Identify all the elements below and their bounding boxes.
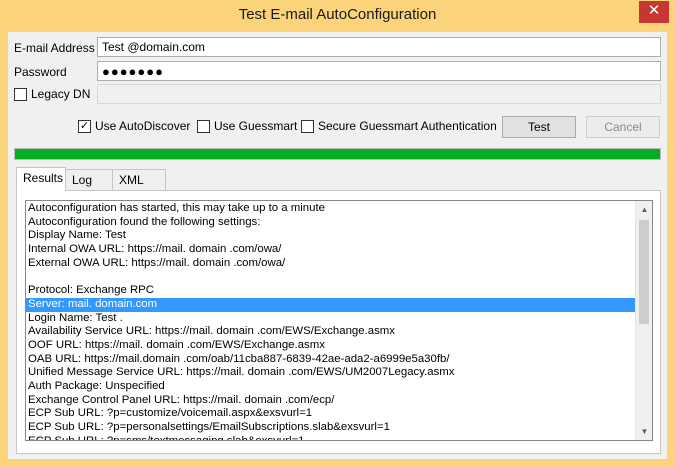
list-item-selected[interactable]: Server: mail. domain.com — [26, 297, 636, 312]
tab-results[interactable]: Results — [16, 167, 66, 191]
use-guessmart-checkbox[interactable]: Use Guessmart — [197, 119, 297, 133]
progress-bar-fill — [15, 149, 660, 159]
results-scrollbar[interactable]: ▲ ▼ — [635, 201, 652, 440]
list-item[interactable]: OOF URL: https://mail. domain .com/EWS/E… — [26, 339, 636, 353]
title-bar[interactable]: Test E-mail AutoConfiguration ✕ — [0, 0, 675, 32]
list-item[interactable]: Autoconfiguration has started, this may … — [26, 202, 636, 216]
use-guessmart-checkbox-box[interactable] — [197, 119, 210, 133]
list-item[interactable]: Display Name: Test — [26, 229, 636, 243]
progress-bar — [14, 148, 661, 160]
list-item[interactable]: ECP Sub URL: ?p=sms/textmessaging.slab&e… — [26, 435, 636, 440]
dialog-window: Test E-mail AutoConfiguration ✕ E-mail A… — [0, 0, 675, 467]
close-icon: ✕ — [647, 2, 661, 19]
use-autodiscover-label: Use AutoDiscover — [95, 119, 191, 133]
scroll-down-arrow-icon[interactable]: ▼ — [636, 423, 652, 440]
secure-guessmart-checkbox[interactable]: Secure Guessmart Authentication — [301, 119, 497, 133]
close-button[interactable]: ✕ — [639, 1, 669, 23]
use-guessmart-label: Use Guessmart — [214, 119, 298, 133]
results-panel: Autoconfiguration has started, this may … — [16, 190, 661, 454]
check-icon[interactable]: ✓ — [78, 119, 91, 133]
secure-guessmart-checkbox-box[interactable] — [301, 119, 314, 133]
email-address-input[interactable]: Test @domain.com — [97, 37, 661, 57]
scrollbar-thumb[interactable] — [639, 220, 649, 324]
list-item[interactable]: Auth Package: Unspecified — [26, 380, 636, 394]
results-listbox[interactable]: Autoconfiguration has started, this may … — [25, 200, 653, 441]
password-label: Password — [14, 65, 67, 79]
tab-xml[interactable]: XML — [112, 169, 166, 190]
list-item[interactable]: Internal OWA URL: https://mail. domain .… — [26, 243, 636, 257]
secure-guessmart-label: Secure Guessmart Authentication — [318, 119, 497, 133]
list-item[interactable]: Exchange Control Panel URL: https://mail… — [26, 394, 636, 408]
list-item[interactable]: Protocol: Exchange RPC — [26, 284, 636, 298]
results-lines: Autoconfiguration has started, this may … — [26, 202, 636, 440]
password-input[interactable]: ●●●●●●● — [97, 61, 661, 81]
list-item[interactable]: Autoconfiguration found the following se… — [26, 216, 636, 230]
legacy-dn-label: Legacy DN — [31, 87, 91, 101]
list-item[interactable] — [26, 270, 636, 284]
list-item[interactable]: ECP Sub URL: ?p=customize/voicemail.aspx… — [26, 407, 636, 421]
list-item[interactable]: OAB URL: https://mail.domain .com/oab/11… — [26, 353, 636, 367]
window-title: Test E-mail AutoConfiguration — [238, 6, 437, 23]
list-item[interactable]: External OWA URL: https://mail. domain .… — [26, 257, 636, 271]
list-item[interactable]: Login Name: Test . — [26, 312, 636, 326]
tab-log[interactable]: Log — [65, 169, 113, 190]
list-item[interactable]: Unified Message Service URL: https://mai… — [26, 366, 636, 380]
test-button[interactable]: Test — [502, 116, 576, 138]
email-address-label: E-mail Address — [14, 41, 95, 55]
legacy-dn-checkbox-box[interactable] — [14, 87, 27, 101]
scroll-up-arrow-icon[interactable]: ▲ — [636, 201, 652, 218]
legacy-dn-input — [97, 84, 661, 104]
dialog-client-area: E-mail Address Test @domain.com Password… — [8, 32, 667, 459]
use-autodiscover-checkbox[interactable]: ✓ Use AutoDiscover — [78, 119, 190, 133]
legacy-dn-checkbox[interactable]: Legacy DN — [14, 87, 90, 101]
list-item[interactable]: ECP Sub URL: ?p=personalsettings/EmailSu… — [26, 421, 636, 435]
cancel-button: Cancel — [586, 116, 660, 138]
list-item[interactable]: Availability Service URL: https://mail. … — [26, 325, 636, 339]
